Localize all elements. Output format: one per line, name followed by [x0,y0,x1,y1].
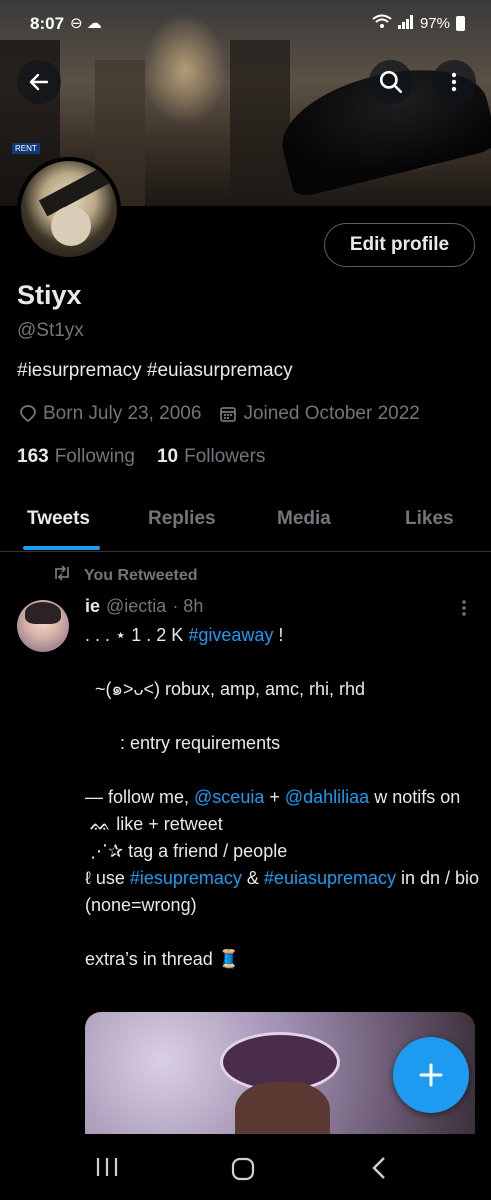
tweet-header: ie @iectia · 8h [85,596,203,617]
joined-date: Joined October 2022 [243,403,420,424]
back-chevron-icon [372,1157,385,1179]
tab-tweets[interactable]: Tweets [27,508,90,530]
back-button[interactable] [17,60,61,104]
profile-meta: Born July 23, 2006 Joined October 2022 [17,403,420,425]
active-tab-indicator [23,546,100,550]
status-time: 8:07 [30,14,65,33]
profile-avatar[interactable] [17,157,121,261]
signal-icon [397,14,414,33]
follow-counts: 163 Following 10 Followers [17,446,265,468]
tab-media[interactable]: Media [277,508,331,530]
banner-sign: RENT [12,143,40,154]
tweet-more-button[interactable] [456,598,472,623]
status-right-icons: 97% [372,14,465,33]
tweet-text: . . . ⋆ 1 . 2 K #giveaway ! ~(๑˃ᴗ˂) robu… [85,625,485,969]
battery-icon [456,16,465,31]
followers-link[interactable]: 10 Followers [157,446,265,468]
mention-link[interactable]: @dahliliaa [285,787,369,807]
plus-icon [419,1063,443,1087]
more-vertical-icon [462,600,466,616]
recents-button[interactable] [94,1156,120,1183]
more-options-button[interactable] [432,60,476,104]
following-label: Following [54,446,135,467]
system-nav-bar [0,1134,491,1200]
retweet-icon [52,565,72,586]
home-icon [231,1157,255,1181]
birthday-icon [17,404,39,424]
born-date: Born July 23, 2006 [43,403,202,424]
tweet-author-handle[interactable]: @iectia [106,596,166,617]
tab-replies[interactable]: Replies [148,508,216,530]
home-button[interactable] [230,1156,256,1187]
back-arrow-icon [29,73,49,91]
following-link[interactable]: 163 Following [17,446,135,468]
tweet-author-avatar[interactable] [17,600,69,652]
tweet-time: · 8h [172,596,204,616]
hashtag-link[interactable]: #euiasupremacy [264,868,396,888]
retweet-label: You Retweeted [84,566,198,584]
hashtag-link[interactable]: #iesupremacy [130,868,242,888]
profile-name: Stiyx [17,280,82,310]
mention-link[interactable]: @sceuia [194,787,264,807]
profile-bio: #iesurpremacy #euiasurpremacy [17,360,293,382]
tab-likes[interactable]: Likes [405,508,454,530]
status-left-icons: ⊖ ☁ [70,15,102,32]
retweet-indicator: You Retweeted [52,565,198,586]
back-nav-button[interactable] [370,1156,390,1185]
status-bar: 8:07 ⊖ ☁ 97% [0,0,491,44]
tweet-line: ⋰✰ tag a friend / people [85,841,288,861]
followers-count: 10 [156,446,179,467]
compose-tweet-button[interactable] [393,1037,469,1113]
more-vertical-icon [451,72,457,92]
profile-tabs: Tweets Replies Media Likes [0,494,491,552]
tweet-line: ᨐ like + retweet [85,814,223,834]
following-count: 163 [17,446,49,467]
tweet-line: extra’s in thread 🧵 [85,949,241,969]
tweet-line: ~(๑˃ᴗ˂) robux, amp, amc, rhi, rhd [85,679,366,699]
search-button[interactable] [369,60,413,104]
edit-profile-button[interactable]: Edit profile [324,223,475,267]
hashtag-link[interactable]: #giveaway [188,625,273,645]
search-icon [379,70,403,94]
battery-text: 97% [419,15,450,32]
bio-text[interactable]: #iesurpremacy #euiasurpremacy [17,360,293,381]
tweet-author-name[interactable]: ie [85,596,100,617]
profile-handle: @St1yx [17,320,84,341]
followers-label: Followers [184,446,266,467]
tweet-line: . . . ⋆ 1 . 2 K [85,625,189,645]
recents-icon [96,1158,118,1176]
calendar-icon [217,405,239,423]
wifi-icon [372,14,392,33]
tweet-line: : entry requirements [85,733,281,753]
